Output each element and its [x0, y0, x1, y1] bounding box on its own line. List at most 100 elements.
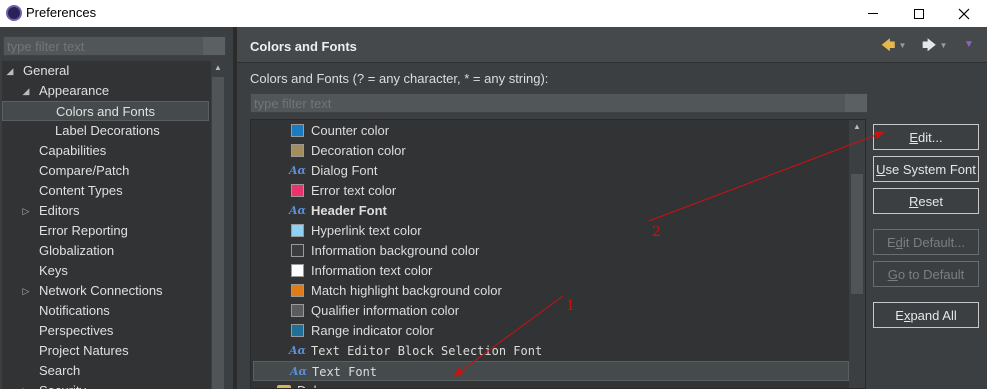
expanded-arrow-icon[interactable]: ◢ [20, 81, 32, 101]
color-setting-row[interactable]: Qualifier information color [253, 301, 849, 321]
minimize-icon [868, 13, 878, 14]
forward-dropdown-icon[interactable]: ▼ [939, 41, 947, 50]
window-title: Preferences [26, 5, 97, 20]
tree-item-label: Editors [39, 203, 80, 218]
filter-field-end [845, 94, 867, 112]
tree-item[interactable]: Compare/Patch [2, 161, 209, 181]
tree-scrollbar[interactable]: ▲ [211, 61, 225, 389]
minimize-button[interactable] [850, 0, 896, 27]
tree-item[interactable]: Keys [2, 261, 209, 281]
page-header: Colors and Fonts 🡄 ▼ 🡆 ▼ ▼ [237, 27, 987, 63]
tree-item-label: Search [39, 363, 81, 378]
view-menu-icon[interactable]: ▼ [964, 39, 974, 50]
collapsed-arrow-icon[interactable]: ▷ [20, 201, 32, 221]
color-setting-row[interactable]: Error text color [253, 181, 849, 201]
setting-label: Hyperlink text color [311, 223, 422, 238]
font-icon: Aα [289, 164, 306, 177]
description-text: Colors and Fonts (? = any character, * =… [250, 71, 549, 86]
use-system-font-button[interactable]: Use System Font [873, 156, 979, 182]
collapsed-arrow-icon[interactable]: ▷ [257, 381, 264, 388]
color-setting-row[interactable]: Decoration color [253, 141, 849, 161]
edit-button[interactable]: Edit... [873, 124, 979, 150]
color-swatch [291, 224, 304, 237]
tree-filter-field[interactable] [3, 36, 226, 56]
mnemonic: R [909, 193, 919, 209]
mnemonic: E [909, 129, 919, 145]
color-swatch [291, 304, 304, 317]
setting-label: Range indicator color [311, 323, 434, 338]
font-setting-row[interactable]: Aα Text Editor Block Selection Font [253, 341, 849, 361]
colors-filter-input[interactable] [251, 94, 867, 112]
close-button[interactable] [941, 0, 987, 27]
close-icon [958, 8, 970, 19]
tree-filter-input[interactable] [4, 37, 225, 55]
font-icon: Aα [289, 204, 306, 217]
color-setting-row[interactable]: Range indicator color [253, 321, 849, 341]
tree-item-label: Compare/Patch [39, 163, 130, 178]
color-setting-row[interactable]: Hyperlink text color [253, 221, 849, 241]
color-swatch [291, 184, 304, 197]
tree-item-label: Globalization [39, 243, 115, 258]
tree-item[interactable]: ◢ Appearance [2, 81, 209, 101]
color-setting-row[interactable]: Information background color [253, 241, 849, 261]
tree-item[interactable]: Perspectives [2, 321, 209, 341]
colors-fonts-tree[interactable]: ▷ Debug Aα Text Font Aα Text Editor Block Sel… [250, 119, 866, 389]
setting-label: Information text color [311, 263, 433, 278]
color-setting-row[interactable]: Information text color [253, 261, 849, 281]
tree-item-label: Label Decorations [55, 123, 160, 138]
color-swatch [291, 324, 304, 337]
button-label: eset [918, 193, 943, 209]
colors-filter-field[interactable] [250, 93, 868, 113]
preferences-tree[interactable]: ◢ General ◢ Appearance Colors and Fonts Label… [2, 61, 211, 389]
font-setting-row[interactable]: Aα Text Font [253, 361, 849, 381]
go-to-default-button[interactable]: Go to Default [873, 261, 979, 287]
tree-item[interactable]: ▷ Security [2, 381, 209, 389]
category-row[interactable]: ▷ Debug [253, 381, 849, 388]
scrollbar-thumb[interactable] [851, 174, 863, 294]
reset-button[interactable]: Reset [873, 188, 979, 214]
tree-item[interactable]: Error Reporting [2, 221, 209, 241]
maximize-button[interactable] [896, 0, 942, 27]
tree-item-label: Colors and Fonts [56, 104, 155, 119]
expanded-arrow-icon[interactable]: ◢ [4, 61, 16, 81]
scroll-up-icon[interactable]: ▲ [849, 120, 865, 134]
button-label: dit... [918, 129, 943, 145]
color-swatch [291, 284, 304, 297]
tree-item-label: Capabilities [39, 143, 107, 158]
color-setting-row[interactable]: Match highlight background color [253, 281, 849, 301]
tree-item[interactable]: Globalization [2, 241, 209, 261]
maximize-icon [914, 8, 924, 19]
tree-item[interactable]: Project Natures [2, 341, 209, 361]
scrollbar-thumb[interactable] [212, 77, 224, 389]
list-scrollbar[interactable]: ▲ [849, 120, 865, 388]
edit-default-button[interactable]: Ed it Default... [873, 229, 979, 255]
button-label: o to Default [897, 266, 965, 282]
tree-item[interactable]: Capabilities [2, 141, 209, 161]
forward-arrow-icon: 🡆 [922, 37, 937, 53]
font-setting-row[interactable]: Aα Header Font [253, 201, 849, 221]
tree-item[interactable]: ▷ Editors [2, 201, 209, 221]
tree-item-label: Error Reporting [39, 223, 128, 238]
font-setting-row[interactable]: Aα Dialog Font [253, 161, 849, 181]
tree-item[interactable]: Search [2, 361, 209, 381]
collapsed-arrow-icon[interactable]: ▷ [20, 281, 32, 301]
tree-item[interactable]: ▷ Network Connections [2, 281, 209, 301]
color-swatch [291, 244, 304, 257]
setting-label: Debug [297, 381, 335, 388]
tree-item[interactable]: Notifications [2, 301, 209, 321]
setting-label: Qualifier information color [311, 303, 460, 318]
tree-item-label: Keys [39, 263, 68, 278]
expand-all-button[interactable]: Ex pand All [873, 302, 979, 328]
collapsed-arrow-icon[interactable]: ▷ [20, 381, 32, 389]
color-setting-row[interactable]: Counter color [253, 121, 849, 141]
tree-item[interactable]: Colors and Fonts [2, 101, 209, 121]
tree-item[interactable]: Label Decorations [2, 121, 209, 141]
tree-item[interactable]: ◢ General [2, 61, 209, 81]
forward-button[interactable]: 🡆 ▼ [922, 38, 947, 52]
color-swatch [291, 144, 304, 157]
preference-page: Colors and Fonts 🡄 ▼ 🡆 ▼ ▼ Colors and Fo… [237, 27, 987, 389]
scroll-up-icon[interactable]: ▲ [211, 61, 225, 75]
tree-item[interactable]: Content Types [2, 181, 209, 201]
back-button[interactable]: 🡄 ▼ [881, 38, 906, 52]
back-dropdown-icon[interactable]: ▼ [898, 41, 906, 50]
